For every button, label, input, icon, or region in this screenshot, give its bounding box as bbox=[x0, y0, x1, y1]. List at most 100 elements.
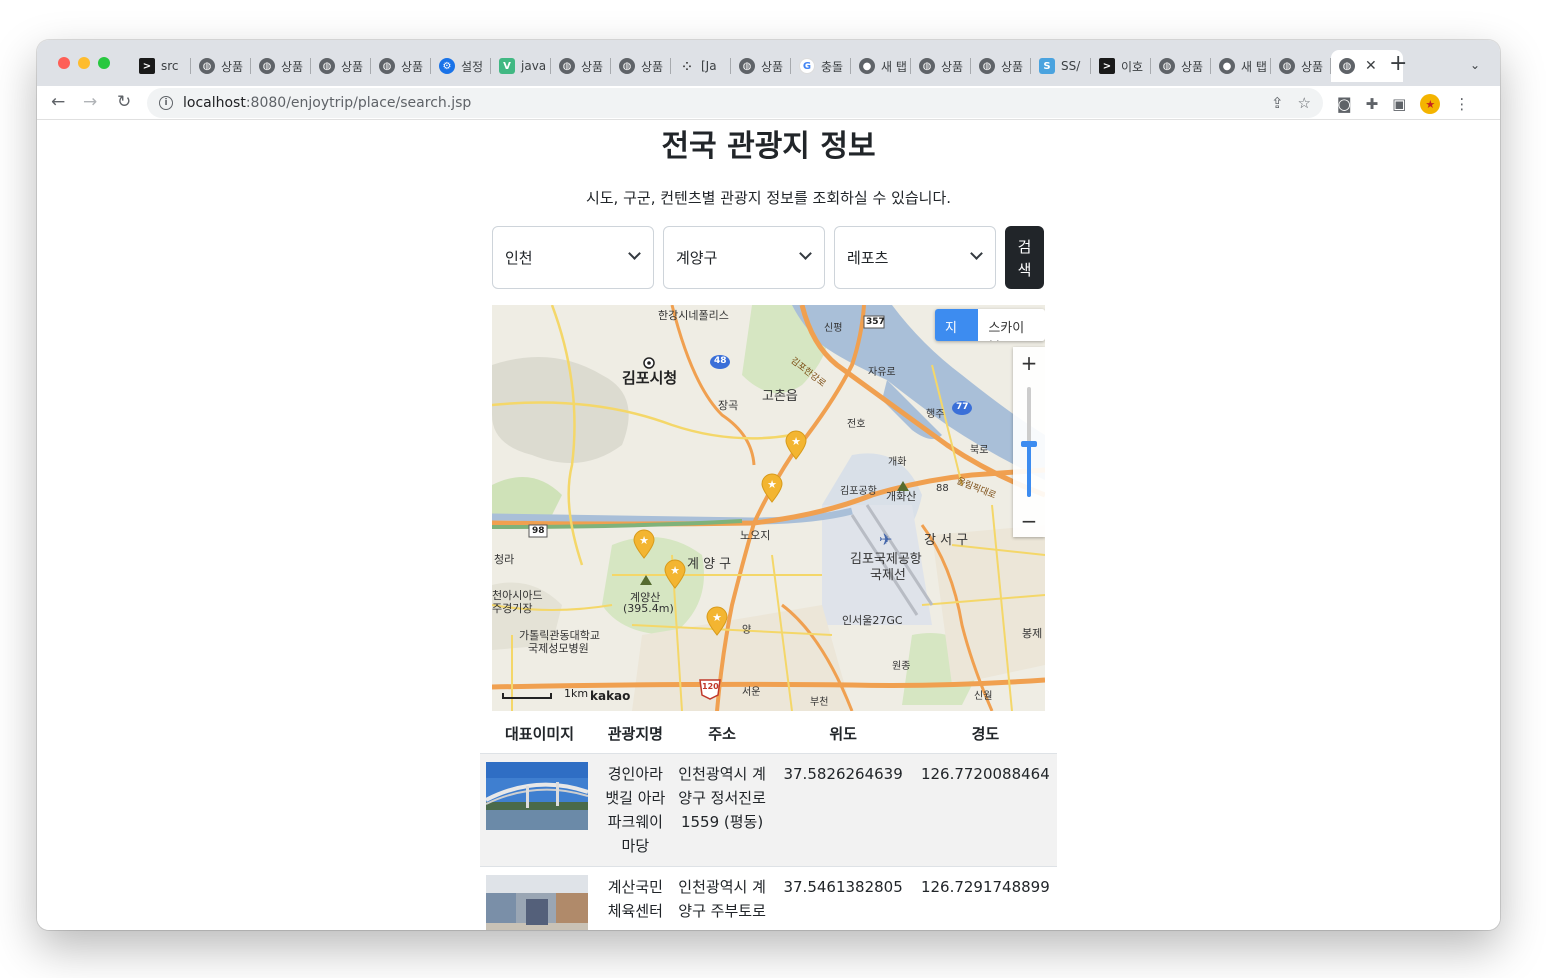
tab-title: 상품 bbox=[641, 59, 664, 74]
map-label-cheongna: 청라 bbox=[494, 553, 515, 566]
map-type-map-button[interactable]: 지도 bbox=[935, 309, 979, 341]
minimize-window-button[interactable] bbox=[78, 57, 90, 69]
sido-select[interactable]: 인천 bbox=[492, 226, 654, 289]
map-route-48: 48 bbox=[714, 356, 727, 366]
browser-tab[interactable]: ◍ 상품 bbox=[311, 50, 371, 82]
browser-menu-icon[interactable]: ⋮ bbox=[1454, 95, 1469, 113]
camera-icon[interactable]: ◙ bbox=[1337, 95, 1352, 113]
close-tab-icon[interactable]: ✕ bbox=[1365, 58, 1377, 74]
globe-icon: ◍ bbox=[979, 58, 995, 74]
chevron-down-icon bbox=[799, 247, 812, 260]
profile-avatar[interactable]: ★ bbox=[1420, 94, 1441, 114]
place-marker[interactable]: ★ bbox=[760, 473, 784, 503]
place-marker[interactable]: ★ bbox=[632, 529, 656, 559]
tab-search-button[interactable]: ⌄ bbox=[1470, 58, 1480, 72]
map-label-gimpo-airport-ic: 김포공항 bbox=[840, 486, 877, 497]
place-marker[interactable]: ★ bbox=[663, 559, 687, 589]
close-window-button[interactable] bbox=[58, 57, 70, 69]
vue-icon: V bbox=[499, 58, 515, 74]
maximize-window-button[interactable] bbox=[98, 57, 110, 69]
site-info-icon[interactable]: i bbox=[159, 96, 173, 110]
thumbnail-cell bbox=[480, 753, 600, 867]
ss-icon: S bbox=[1039, 58, 1055, 74]
page-subtitle: 시도, 구군, 컨텐츠별 관광지 정보를 조회하실 수 있습니다. bbox=[585, 189, 952, 207]
browser-tab[interactable]: ◍ 상품 bbox=[371, 50, 431, 82]
tab-title: 상품 bbox=[341, 59, 364, 74]
address-bar[interactable]: i localhost:8080/enjoytrip/place/search.… bbox=[147, 88, 1323, 118]
column-header: 대표이미지 bbox=[480, 715, 600, 754]
map-label-wonjong: 원종 bbox=[892, 661, 911, 672]
google-icon: G bbox=[799, 58, 815, 74]
browser-tab[interactable]: ◍ 상품 bbox=[191, 50, 251, 82]
tab-title: [Ja bbox=[701, 59, 717, 73]
map-route-88: 88 bbox=[936, 483, 949, 494]
map-label-gochon: 고촌읍 bbox=[762, 389, 798, 404]
place-name: 계산국민체육센터 bbox=[599, 866, 672, 930]
map-label-yang: 양 bbox=[742, 625, 752, 636]
content-type-select[interactable]: 레포츠 bbox=[834, 226, 996, 289]
map-label-bukro: 북로 bbox=[970, 445, 989, 456]
browser-tab[interactable]: > 이호 bbox=[1091, 50, 1151, 82]
column-header: 경도 bbox=[913, 715, 1057, 754]
browser-tab[interactable]: ● 새 탭 bbox=[851, 50, 911, 82]
side-panel-icon[interactable]: ▣ bbox=[1392, 95, 1406, 113]
map-label-noeji: 노오지 bbox=[740, 529, 771, 542]
browser-tab[interactable]: ◍ 상품 bbox=[1271, 50, 1331, 82]
browser-tab[interactable]: ◍ 상품 bbox=[971, 50, 1031, 82]
map-label-singok: 신평 bbox=[824, 323, 843, 334]
reload-icon[interactable]: ↻ bbox=[117, 92, 131, 112]
browser-tab[interactable]: ● 새 탭 bbox=[1211, 50, 1271, 82]
zoom-control: + − bbox=[1013, 347, 1045, 537]
place-marker[interactable]: ★ bbox=[705, 606, 729, 636]
extensions-puzzle-icon[interactable]: ✚ bbox=[1366, 95, 1379, 113]
share-icon[interactable]: ⇪ bbox=[1271, 94, 1284, 112]
results-table: 대표이미지 관광지명 주소 위도 경도 경인아라뱃길 아라파크웨이마당 인천광역… bbox=[480, 715, 1057, 930]
gugun-select-value: 계양구 bbox=[676, 249, 718, 267]
map-label-sinwol: 신월 bbox=[974, 691, 993, 702]
browser-tab[interactable]: ◍ 상품 bbox=[731, 50, 791, 82]
table-row[interactable]: 계산국민체육센터 인천광역시 계양구 주부토로 37.5461382805 12… bbox=[480, 866, 1057, 930]
browser-tab[interactable]: > src bbox=[131, 50, 191, 82]
table-row[interactable]: 경인아라뱃길 아라파크웨이마당 인천광역시 계양구 정서진로 1559 (평동)… bbox=[480, 753, 1057, 867]
browser-tab[interactable]: Vjava bbox=[491, 50, 551, 82]
browser-tab[interactable]: G 충돌 bbox=[791, 50, 851, 82]
browser-tab[interactable]: ◍ 상품 bbox=[551, 50, 611, 82]
gear-icon: ⚙ bbox=[439, 58, 455, 74]
bridge-photo bbox=[486, 761, 588, 830]
browser-tab[interactable]: ⁘ [Ja bbox=[671, 50, 731, 82]
browser-tab[interactable]: ◍ 상품 bbox=[251, 50, 311, 82]
bookmark-star-icon[interactable]: ☆ bbox=[1298, 94, 1311, 112]
back-arrow-icon[interactable]: ← bbox=[51, 92, 65, 112]
zoom-slider-handle[interactable] bbox=[1021, 441, 1037, 447]
globe-icon: ◍ bbox=[739, 58, 755, 74]
browser-tab[interactable]: S SS/ bbox=[1031, 50, 1091, 82]
svg-text:★: ★ bbox=[712, 611, 722, 624]
tab-title: SS/ bbox=[1061, 59, 1081, 73]
map-route-98: 98 bbox=[532, 526, 545, 536]
map-type-skyview-button[interactable]: 스카이뷰 bbox=[978, 309, 1045, 341]
map-type-control: 지도 스카이뷰 bbox=[935, 309, 1045, 341]
gugun-select[interactable]: 계양구 bbox=[663, 226, 825, 289]
tab-title: 상품 bbox=[1181, 59, 1204, 74]
browser-tab[interactable]: ⚙ 설정 bbox=[431, 50, 491, 82]
kakao-map[interactable]: ✈ 김포시청 고촌읍 계 양 구 강 서 구 김포국제공항 국제선 계양산 (3… bbox=[492, 305, 1045, 711]
map-label-janggok: 장곡 bbox=[718, 399, 739, 412]
place-marker[interactable]: ★ bbox=[784, 430, 808, 460]
zoom-out-button[interactable]: − bbox=[1013, 509, 1045, 533]
map-label-jeonho: 전호 bbox=[847, 419, 866, 430]
search-button[interactable]: 검색 bbox=[1005, 226, 1044, 289]
tab-strip: > src ◍ 상품 ◍ 상품 ◍ 상품 ◍ 상품 ⚙ 설정 Vjava ◍ 상품 ◍ 상품 ⁘ [Ja ◍ 상품 G 충돌… bbox=[131, 50, 1403, 82]
place-latitude: 37.5461382805 bbox=[772, 866, 914, 930]
zoom-in-button[interactable]: + bbox=[1013, 351, 1045, 375]
browser-tab[interactable]: ◍ 상품 bbox=[1151, 50, 1211, 82]
zoom-level-fill bbox=[1027, 445, 1031, 497]
url-path: :8080/enjoytrip/place/search.jsp bbox=[245, 95, 472, 111]
dots-icon: ⁘ bbox=[682, 59, 692, 73]
new-tab-button[interactable]: + bbox=[1389, 53, 1407, 75]
browser-tab[interactable]: ◍ 상품 bbox=[911, 50, 971, 82]
browser-tab[interactable]: ◍ 상품 bbox=[611, 50, 671, 82]
terminal-icon: > bbox=[1099, 58, 1115, 74]
map-label-gangseo-gu: 강 서 구 bbox=[924, 533, 969, 548]
forward-arrow-icon[interactable]: → bbox=[83, 92, 97, 112]
scale-label: 1km bbox=[564, 687, 589, 700]
